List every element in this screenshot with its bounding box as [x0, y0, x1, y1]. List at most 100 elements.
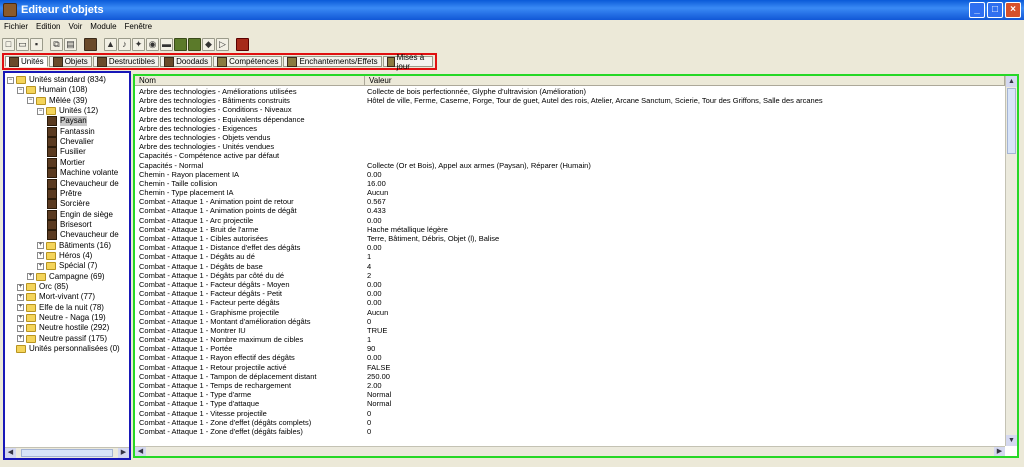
property-value[interactable]: 1 — [365, 335, 1005, 344]
new-icon[interactable]: □ — [2, 37, 15, 51]
tree-item[interactable]: − Unités (12) — [37, 106, 98, 116]
table-row[interactable]: Arbre des technologies - Améliorations u… — [135, 87, 1005, 96]
minimize-button[interactable]: _ — [969, 2, 985, 18]
table-row[interactable]: Arbre des technologies - Exigences — [135, 124, 1005, 133]
table-row[interactable]: Combat - Attaque 1 - Retour projectile a… — [135, 363, 1005, 372]
property-value[interactable]: FALSE — [365, 363, 1005, 372]
tree-horizontal-scrollbar[interactable]: ◀ ▶ — [5, 447, 129, 458]
expand-icon[interactable]: + — [27, 273, 34, 281]
save-icon[interactable]: ▪ — [30, 37, 43, 51]
property-value[interactable] — [365, 142, 1005, 151]
tab-units[interactable]: Unités — [5, 56, 48, 67]
expand-icon[interactable]: + — [17, 304, 24, 312]
menu-voir[interactable]: Voir — [64, 22, 86, 31]
property-value[interactable]: 2 — [365, 271, 1005, 280]
tree-item[interactable]: − Mêlée (39) — [27, 96, 87, 106]
table-row[interactable]: Combat - Attaque 1 - Arc projectile 0.00 — [135, 216, 1005, 225]
object-icon[interactable]: ◆ — [202, 37, 215, 51]
property-value[interactable]: 0 — [365, 427, 1005, 436]
tree-item[interactable]: − Unités standard (834) — [7, 75, 106, 85]
copy-icon[interactable]: ⧉ — [50, 37, 63, 51]
menu-fichier[interactable]: Fichier — [0, 22, 32, 31]
campaign-icon[interactable] — [188, 37, 201, 51]
table-row[interactable]: Arbre des technologies - Bâtiments const… — [135, 96, 1005, 105]
property-value[interactable]: 0.00 — [365, 353, 1005, 362]
property-value[interactable]: 250.00 — [365, 372, 1005, 381]
table-row[interactable]: Combat - Attaque 1 - Facteur perte dégât… — [135, 298, 1005, 307]
expand-icon[interactable]: + — [17, 293, 24, 301]
tree-item[interactable]: Engin de siège — [47, 209, 113, 220]
property-value[interactable]: 0 — [365, 409, 1005, 418]
table-row[interactable]: Capacités - Compétence active par défaut — [135, 151, 1005, 160]
table-row[interactable]: Arbre des technologies - Conditions - Ni… — [135, 105, 1005, 114]
property-value[interactable]: 16.00 — [365, 179, 1005, 188]
property-value[interactable]: Normal — [365, 399, 1005, 408]
property-value[interactable] — [365, 105, 1005, 114]
table-row[interactable]: Combat - Attaque 1 - Montrer IU TRUE — [135, 326, 1005, 335]
scroll-left-icon[interactable]: ◀ — [135, 447, 146, 456]
property-value[interactable]: 0 — [365, 418, 1005, 427]
import-icon[interactable]: ▬ — [160, 37, 173, 51]
tree-item[interactable]: + Elfe de la nuit (78) — [17, 303, 104, 313]
tab-destructibles[interactable]: Destructibles — [92, 56, 160, 67]
tab-items[interactable]: Objets — [48, 56, 92, 67]
property-value[interactable]: TRUE — [365, 326, 1005, 335]
tree-item[interactable]: Chevaucheur de — [47, 178, 119, 189]
property-value[interactable]: 0.00 — [365, 243, 1005, 252]
table-row[interactable]: Combat - Attaque 1 - Dégâts par côté du … — [135, 271, 1005, 280]
tree-item[interactable]: + Neutre passif (175) — [17, 334, 107, 344]
property-value[interactable]: 0.00 — [365, 298, 1005, 307]
tree-item[interactable]: + Neutre - Naga (19) — [17, 313, 106, 323]
table-row[interactable]: Combat - Attaque 1 - Cibles autorisées Te… — [135, 234, 1005, 243]
tree-item[interactable]: + Mort-vivant (77) — [17, 292, 95, 302]
unit-editor-icon[interactable] — [84, 37, 97, 51]
table-row[interactable]: Combat - Attaque 1 - Temps de rechargeme… — [135, 381, 1005, 390]
property-value[interactable]: 2.00 — [365, 381, 1005, 390]
tree-item[interactable]: − Humain (108) — [17, 85, 87, 95]
grid-vertical-scrollbar[interactable]: ▲ ▼ — [1005, 76, 1017, 446]
expand-icon[interactable]: + — [37, 242, 44, 250]
open-icon[interactable]: ▭ — [16, 37, 29, 51]
scroll-left-icon[interactable]: ◀ — [5, 448, 16, 458]
expand-icon[interactable]: + — [17, 335, 24, 343]
tree-item[interactable]: + Héros (4) — [37, 251, 92, 261]
property-value[interactable]: Hôtel de ville, Ferme, Caserne, Forge, T… — [365, 96, 1005, 105]
property-value[interactable]: 0 — [365, 317, 1005, 326]
column-header-value[interactable]: Valeur — [365, 76, 1005, 86]
tree-item[interactable]: + Campagne (69) — [27, 272, 105, 282]
menu-fenetre[interactable]: Fenêtre — [121, 22, 157, 31]
scroll-thumb[interactable] — [21, 449, 113, 457]
expand-icon[interactable]: + — [17, 314, 24, 322]
paste-icon[interactable]: ▤ — [64, 37, 77, 51]
tree-item[interactable]: Prêtre — [47, 188, 82, 199]
property-value[interactable]: Normal — [365, 390, 1005, 399]
property-value[interactable]: 0.567 — [365, 197, 1005, 206]
tree-item[interactable]: Unités personnalisées (0) — [7, 344, 120, 354]
menu-edition[interactable]: Edition — [32, 22, 64, 31]
tree-item[interactable]: + Bâtiments (16) — [37, 241, 111, 251]
table-row[interactable]: Chemin - Type placement IA Aucun — [135, 188, 1005, 197]
table-row[interactable]: Combat - Attaque 1 - Vitesse projectile 0 — [135, 409, 1005, 418]
property-value[interactable]: 1 — [365, 252, 1005, 261]
collapse-icon[interactable]: − — [17, 86, 24, 94]
table-row[interactable]: Chemin - Rayon placement IA 0.00 — [135, 170, 1005, 179]
table-row[interactable]: Combat - Attaque 1 - Rayon effectif des … — [135, 353, 1005, 362]
table-row[interactable]: Combat - Attaque 1 - Facteur dégâts - Pe… — [135, 289, 1005, 298]
property-value[interactable]: 0.433 — [365, 206, 1005, 215]
table-row[interactable]: Combat - Attaque 1 - Dégâts au dé 1 — [135, 252, 1005, 261]
maximize-button[interactable]: □ — [987, 2, 1003, 18]
property-value[interactable]: 0.00 — [365, 170, 1005, 179]
expand-icon[interactable]: + — [17, 283, 24, 291]
tree-item[interactable]: Sorcière — [47, 199, 90, 210]
property-value[interactable]: Hache métallique légère — [365, 225, 1005, 234]
property-value[interactable] — [365, 151, 1005, 160]
table-row[interactable]: Combat - Attaque 1 - Portée 90 — [135, 344, 1005, 353]
expand-icon[interactable]: + — [17, 324, 24, 332]
sound-icon[interactable]: ♪ — [118, 37, 131, 51]
tree-item[interactable]: Machine volante — [47, 168, 118, 179]
table-row[interactable]: Combat - Attaque 1 - Bruit de l'arme Hach… — [135, 225, 1005, 234]
tab-doodads[interactable]: Doodads — [160, 56, 213, 67]
property-value[interactable]: Terre, Bâtiment, Débris, Objet (l), Bali… — [365, 234, 1005, 243]
menu-module[interactable]: Module — [86, 22, 120, 31]
table-row[interactable]: Combat - Attaque 1 - Type d'arme Normal — [135, 390, 1005, 399]
